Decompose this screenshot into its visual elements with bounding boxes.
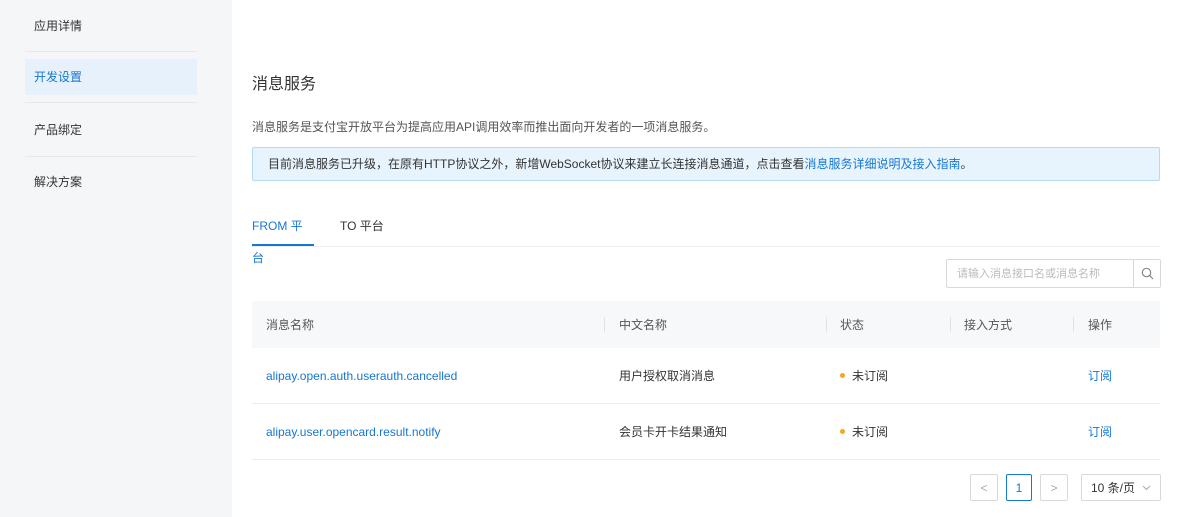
header-action: 操作: [1088, 318, 1113, 332]
sidebar-item-dev-settings[interactable]: 开发设置: [25, 59, 197, 95]
message-name-link[interactable]: alipay.open.auth.userauth.cancelled: [266, 348, 457, 403]
status-dot-icon: [840, 373, 845, 378]
status-text: 未订阅: [852, 425, 889, 439]
subscribe-button[interactable]: 订阅: [1088, 404, 1112, 459]
main-content: 消息服务 消息服务是支付宝开放平台为提高应用API调用效率而推出面向开发者的一项…: [232, 0, 1177, 517]
message-name-link[interactable]: alipay.user.opencard.result.notify: [266, 404, 441, 459]
header-access-method: 接入方式: [964, 318, 1013, 332]
sidebar-item-label: 开发设置: [34, 70, 83, 84]
status-cell: 未订阅: [840, 404, 888, 459]
table-header: 消息名称 中文名称 状态 接入方式 操作: [252, 301, 1160, 348]
sidebar-divider: [25, 51, 197, 52]
table-row: alipay.user.opencard.result.notify 会员卡开卡…: [252, 404, 1160, 460]
search-box: [946, 259, 1161, 288]
notice-banner: 目前消息服务已升级，在原有HTTP协议之外，新增WebSocket协议来建立长连…: [252, 147, 1160, 181]
sidebar: 应用详情 开发设置 产品绑定 解决方案: [0, 0, 232, 517]
status-dot-icon: [840, 429, 845, 434]
page-description: 消息服务是支付宝开放平台为提高应用API调用效率而推出面向开发者的一项消息服务。: [252, 120, 716, 134]
sidebar-item-app-details[interactable]: 应用详情: [25, 8, 197, 44]
sidebar-item-solutions[interactable]: 解决方案: [25, 164, 197, 200]
cn-name: 会员卡开卡结果通知: [619, 425, 728, 439]
header-message-name: 消息名称: [266, 318, 315, 332]
search-button[interactable]: [1133, 260, 1160, 287]
column-separator: [826, 317, 827, 332]
notice-text: 目前消息服务已升级，在原有HTTP协议之外，新增WebSocket协议来建立长连…: [268, 157, 805, 171]
status-cell: 未订阅: [840, 348, 888, 403]
table-row: alipay.open.auth.userauth.cancelled 用户授权…: [252, 348, 1160, 404]
column-separator: [604, 317, 605, 332]
page-title: 消息服务: [252, 76, 317, 93]
sidebar-item-product-binding[interactable]: 产品绑定: [25, 112, 197, 148]
tab-from-platform[interactable]: FROM 平台: [252, 210, 314, 265]
sidebar-divider: [25, 156, 197, 157]
search-icon: [1141, 267, 1153, 280]
chevron-down-icon: [1142, 485, 1151, 490]
status-text: 未订阅: [852, 369, 889, 383]
pagination-page-1[interactable]: 1: [1006, 474, 1032, 501]
page-size-value: 10 条/页: [1091, 481, 1136, 495]
notice-guide-link[interactable]: 消息服务详细说明及接入指南: [804, 157, 960, 171]
sidebar-item-label: 产品绑定: [34, 123, 83, 137]
pagination-next-button[interactable]: >: [1040, 474, 1068, 501]
subscribe-button[interactable]: 订阅: [1088, 348, 1112, 403]
sidebar-item-label: 应用详情: [34, 19, 83, 33]
sidebar-divider: [25, 102, 197, 103]
cn-name: 用户授权取消消息: [619, 369, 716, 383]
notice-suffix: 。: [960, 157, 973, 171]
sidebar-item-label: 解决方案: [34, 175, 83, 189]
page-size-select[interactable]: 10 条/页: [1081, 474, 1161, 501]
column-separator: [950, 317, 951, 332]
tab-to-platform[interactable]: TO 平台: [340, 210, 384, 246]
tab-bar: FROM 平台 TO 平台: [252, 210, 1160, 265]
header-cn-name: 中文名称: [619, 318, 668, 332]
search-input[interactable]: [947, 260, 1133, 287]
header-status: 状态: [840, 318, 865, 332]
pagination-prev-button[interactable]: <: [970, 474, 998, 501]
column-separator: [1073, 317, 1074, 332]
message-table: 消息名称 中文名称 状态 接入方式 操作 alipay.open.auth.us…: [252, 301, 1160, 460]
